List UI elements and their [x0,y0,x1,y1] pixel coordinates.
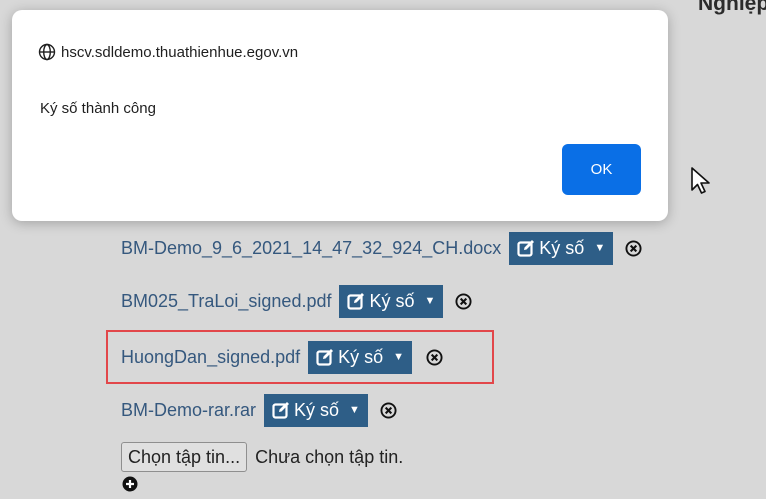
caret-down-icon: ▼ [349,404,360,416]
file-input: Chọn tập tin... Chưa chọn tập tin. [121,442,403,472]
ok-button[interactable]: OK [562,144,641,195]
attachment-link[interactable]: BM025_TraLoi_signed.pdf [121,291,331,312]
caret-down-icon: ▼ [594,242,606,254]
edit-icon [517,240,535,257]
sign-dropdown-button[interactable]: Ký số ▼ [264,393,368,427]
highlight-annotation [106,330,494,384]
attachment-link[interactable]: BM-Demo_9_6_2021_14_47_32_924_CH.docx [121,238,501,259]
attachment-link[interactable]: BM-Demo-rar.rar [121,400,256,421]
remove-circle-icon[interactable] [380,401,397,419]
attachment-row: BM-Demo_9_6_2021_14_47_32_924_CH.docx Ký… [121,231,642,265]
caret-down-icon: ▼ [424,295,436,307]
edit-icon [347,293,365,310]
sign-dropdown-button[interactable]: Ký số ▼ [509,231,614,265]
dialog-origin-text: hscv.sdldemo.thuathienhue.egov.vn [61,43,299,61]
remove-circle-icon[interactable] [455,292,472,310]
alert-dialog: hscv.sdldemo.thuathienhue.egov.vn Ký số … [12,10,668,221]
remove-circle-icon[interactable] [625,239,642,257]
dialog-origin: hscv.sdldemo.thuathienhue.egov.vn [38,43,298,61]
edit-icon [272,402,290,419]
sign-button-label: Ký số [539,237,585,258]
attachment-row: BM025_TraLoi_signed.pdf Ký số ▼ [121,284,472,318]
sign-button-label: Ký số [369,290,415,311]
globe-icon [38,43,56,61]
no-file-chosen-text: Chưa chọn tập tin. [255,446,404,467]
sign-dropdown-button[interactable]: Ký số ▼ [339,284,444,318]
dialog-message: Ký số thành công [40,100,156,117]
sign-button-label: Ký số [294,399,340,420]
add-circle-icon[interactable] [122,476,138,492]
mouse-cursor-icon [691,167,710,194]
choose-file-button[interactable]: Chọn tập tin... [121,442,248,472]
attachment-row: BM-Demo-rar.rar Ký số ▼ [121,393,397,427]
page-heading: Nghiệp [698,0,766,15]
